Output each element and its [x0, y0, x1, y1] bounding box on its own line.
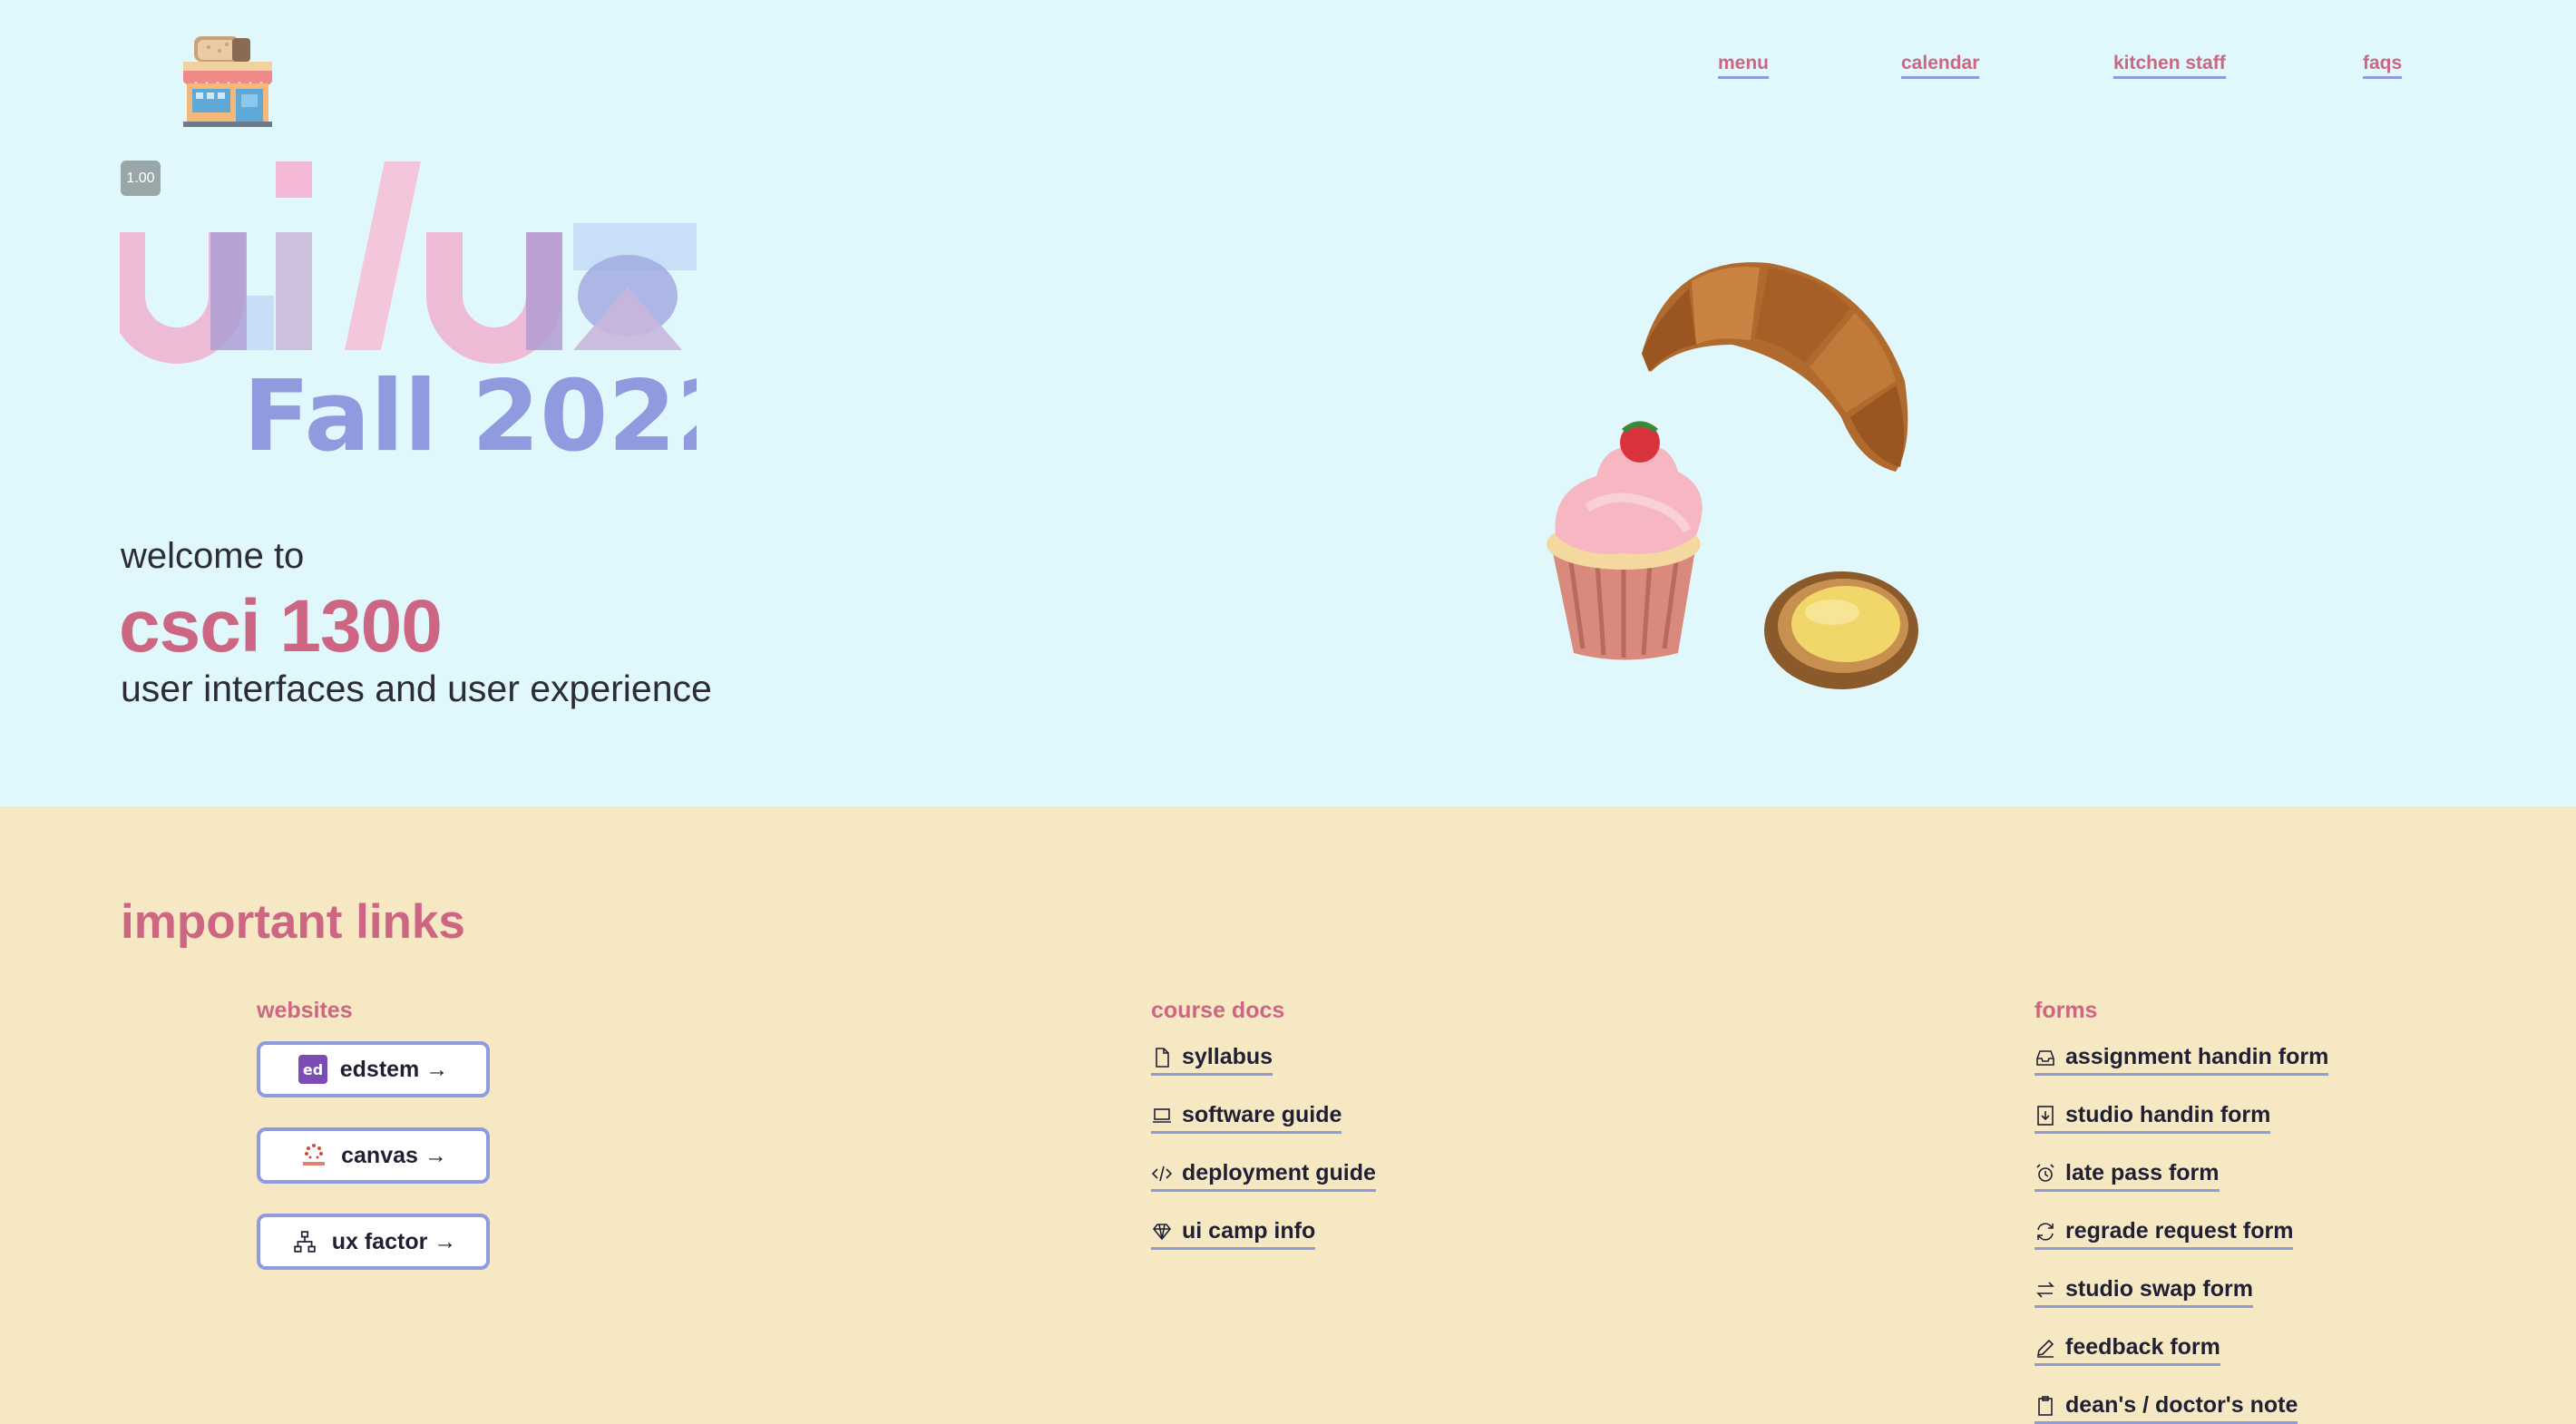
late-pass-form-link[interactable]: late pass form [2034, 1160, 2220, 1192]
assignment-handin-form-label: assignment handin form [2065, 1044, 2329, 1069]
nav-link-faqs[interactable]: faqs [2363, 53, 2403, 79]
ui-camp-info-label: ui camp info [1182, 1218, 1316, 1244]
nav-link-calendar[interactable]: calendar [1901, 53, 1980, 79]
edstem-label: edstem → [339, 1056, 449, 1082]
edstem-icon: ed [298, 1055, 327, 1084]
studio-swap-form-label: studio swap form [2065, 1276, 2253, 1302]
welcome-text: welcome to [121, 536, 305, 576]
version-badge: 1.00 [121, 161, 161, 196]
edstem-button[interactable]: ed edstem → [257, 1041, 490, 1097]
feedback-form-label: feedback form [2065, 1334, 2220, 1360]
syllabus-link[interactable]: syllabus [1151, 1044, 1273, 1076]
late-pass-form-label: late pass form [2065, 1160, 2220, 1185]
svg-text:Fall 2022: Fall 2022 [243, 360, 697, 463]
course-wordmark: Fall 2022 [120, 161, 697, 463]
deans-doctors-note-label: dean's / doctor's note [2065, 1392, 2298, 1418]
pastries-illustration [1547, 262, 1918, 689]
important-links-heading: important links [121, 895, 465, 949]
clipboard-icon [2038, 1395, 2053, 1416]
refresh-icon [2037, 1222, 2054, 1241]
studio-handin-form-label: studio handin form [2065, 1102, 2271, 1127]
alarm-clock-icon [2036, 1163, 2054, 1182]
cupcake-icon [1547, 421, 1703, 660]
feedback-form-link[interactable]: feedback form [2034, 1334, 2220, 1366]
nav-link-kitchen-staff[interactable]: kitchen staff [2113, 53, 2226, 79]
regrade-request-form-link[interactable]: regrade request form [2034, 1218, 2294, 1250]
swap-icon [2036, 1281, 2054, 1298]
software-guide-link[interactable]: software guide [1151, 1102, 1342, 1134]
canvas-icon [299, 1141, 328, 1170]
croissant-icon [1642, 262, 1908, 472]
canvas-button[interactable]: canvas → [257, 1127, 490, 1184]
deployment-guide-label: deployment guide [1182, 1160, 1376, 1185]
ux-factor-label: ux factor → [331, 1228, 457, 1254]
websites-heading: websites [257, 998, 353, 1023]
code-icon [1151, 1166, 1173, 1181]
hero-section: menu calendar kitchen staff faqs Fall 20… [0, 0, 2576, 806]
svg-text:ed: ed [303, 1061, 323, 1078]
forms-heading: forms [2034, 998, 2098, 1023]
egg-tart-icon [1764, 571, 1918, 689]
nav-link-menu[interactable]: menu [1718, 53, 1770, 79]
studio-swap-form-link[interactable]: studio swap form [2034, 1276, 2253, 1308]
ux-factor-button[interactable]: ux factor → [257, 1214, 490, 1270]
file-icon [1156, 1047, 1169, 1068]
laptop-icon [1153, 1107, 1171, 1123]
studio-handin-form-link[interactable]: studio handin form [2034, 1102, 2271, 1134]
course-name-subtitle: user interfaces and user experience [121, 668, 712, 709]
regrade-request-form-label: regrade request form [2065, 1218, 2294, 1244]
syllabus-label: syllabus [1182, 1044, 1273, 1069]
course-docs-heading: course docs [1151, 998, 1285, 1023]
inbox-icon [2036, 1049, 2054, 1066]
diamond-icon [1152, 1223, 1172, 1240]
deans-doctors-note-link[interactable]: dean's / doctor's note [2034, 1392, 2298, 1424]
pencil-icon [2036, 1339, 2054, 1358]
download-file-icon [2037, 1105, 2054, 1126]
canvas-label: canvas → [341, 1142, 447, 1168]
top-nav: menu calendar kitchen staff faqs [0, 53, 2576, 89]
course-code-title: csci 1300 [119, 585, 443, 668]
software-guide-label: software guide [1182, 1102, 1342, 1127]
assignment-handin-form-link[interactable]: assignment handin form [2034, 1044, 2329, 1076]
ui-camp-info-link[interactable]: ui camp info [1151, 1218, 1316, 1250]
sitemap-icon [290, 1227, 319, 1256]
deployment-guide-link[interactable]: deployment guide [1151, 1160, 1376, 1192]
